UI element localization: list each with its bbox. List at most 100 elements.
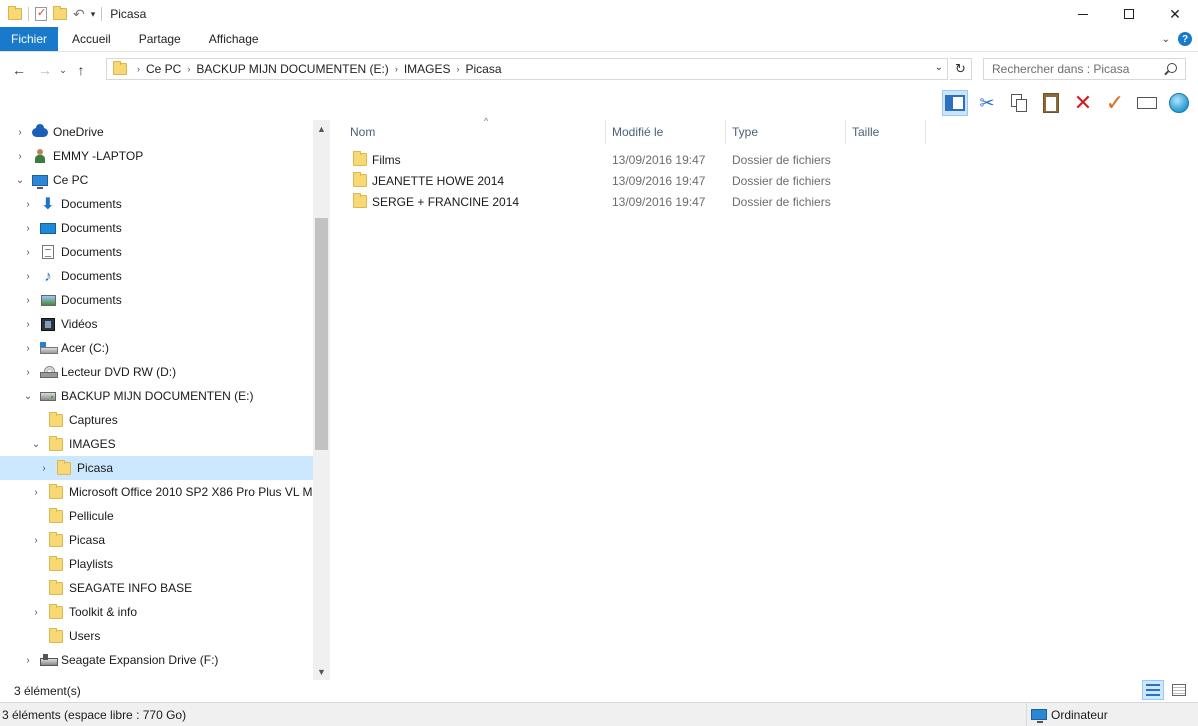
nav-item[interactable]: › Picasa: [0, 456, 313, 480]
rename-button[interactable]: [1134, 90, 1160, 116]
column-header-type[interactable]: Type: [726, 120, 846, 144]
chevron-right-icon[interactable]: ›: [22, 367, 34, 378]
globe-button[interactable]: [1166, 90, 1192, 116]
close-button[interactable]: ✕: [1152, 0, 1198, 28]
tab-view[interactable]: Affichage: [195, 27, 273, 51]
scroll-up-icon[interactable]: ▲: [313, 120, 330, 137]
back-button[interactable]: ←: [8, 58, 30, 82]
nav-item[interactable]: › ⬇ Documents: [0, 192, 313, 216]
column-header-name[interactable]: Nom ^: [344, 116, 606, 144]
column-header-modified[interactable]: Modifié le: [606, 120, 726, 144]
tab-share[interactable]: Partage: [125, 27, 195, 51]
scroll-down-icon[interactable]: ▼: [313, 663, 330, 680]
chevron-right-icon[interactable]: ›: [22, 295, 34, 306]
nav-item[interactable]: ⌄ Ce PC: [0, 168, 313, 192]
details-view-button[interactable]: [1142, 680, 1164, 700]
folder-icon: [48, 507, 64, 523]
computer-icon: [1031, 709, 1047, 723]
file-name: Films: [372, 152, 401, 167]
nav-item[interactable]: › EMMY -LAPTOP: [0, 144, 313, 168]
refresh-icon: ↻: [955, 61, 966, 76]
breadcrumb-picasa[interactable]: Picasa: [460, 62, 508, 76]
new-folder-icon[interactable]: [53, 6, 67, 20]
up-button[interactable]: ↑: [70, 58, 92, 82]
chevron-right-icon[interactable]: ›: [30, 535, 42, 546]
status-location: Ordinateur: [1027, 708, 1108, 723]
nav-item[interactable]: Users: [0, 624, 313, 648]
properties-icon[interactable]: [35, 6, 47, 21]
chevron-right-icon[interactable]: ›: [38, 463, 50, 474]
cut-button[interactable]: ✂: [974, 90, 1000, 116]
chevron-right-icon[interactable]: ›: [22, 223, 34, 234]
paste-icon: [1043, 93, 1059, 113]
chevron-right-icon[interactable]: ›: [14, 151, 26, 162]
refresh-button[interactable]: ↻: [950, 58, 972, 80]
address-bar[interactable]: › Ce PC › BACKUP MIJN DOCUMENTEN (E:) › …: [106, 58, 948, 80]
nav-item-label: Lecteur DVD RW (D:): [61, 365, 177, 379]
nav-item[interactable]: › Picasa: [0, 528, 313, 552]
chevron-down-icon[interactable]: ⌄: [22, 391, 34, 402]
nav-item[interactable]: › ♪ Documents: [0, 264, 313, 288]
undo-icon[interactable]: ↶: [73, 6, 85, 23]
chevron-down-icon[interactable]: ⌄: [30, 439, 42, 450]
breadcrumb-backup-drive[interactable]: BACKUP MIJN DOCUMENTEN (E:): [190, 62, 394, 76]
search-input[interactable]: [992, 62, 1162, 76]
chevron-right-icon[interactable]: ›: [22, 343, 34, 354]
help-icon[interactable]: ?: [1178, 32, 1192, 46]
breadcrumb-this-pc[interactable]: Ce PC: [140, 62, 187, 76]
nav-item[interactable]: › Toolkit & info: [0, 600, 313, 624]
scrollbar-thumb[interactable]: [315, 218, 328, 450]
chevron-right-icon[interactable]: ›: [14, 127, 26, 138]
delete-icon: ✕: [1073, 90, 1093, 115]
preview-pane-button[interactable]: [942, 90, 968, 116]
chevron-right-icon[interactable]: ›: [22, 319, 34, 330]
column-header-size[interactable]: Taille: [846, 120, 926, 144]
this-pc-icon: [32, 173, 48, 189]
nav-item[interactable]: › Seagate Expansion Drive (F:): [0, 648, 313, 672]
nav-item[interactable]: › Documents: [0, 288, 313, 312]
nav-item[interactable]: › Vidéos: [0, 312, 313, 336]
chevron-down-icon[interactable]: ⌄: [14, 175, 26, 186]
nav-item[interactable]: ⌄ IMAGES: [0, 432, 313, 456]
chevron-right-icon[interactable]: ›: [30, 487, 42, 498]
chevron-right-icon[interactable]: ›: [22, 247, 34, 258]
minimize-button[interactable]: [1060, 0, 1106, 28]
forward-button[interactable]: →: [34, 58, 56, 82]
nav-item[interactable]: › OneDrive: [0, 120, 313, 144]
nav-item[interactable]: Pellicule: [0, 504, 313, 528]
expand-ribbon-chevron-icon[interactable]: ⌄: [1162, 34, 1170, 45]
nav-item[interactable]: › Acer (C:): [0, 336, 313, 360]
back-arrow-icon: ←: [12, 62, 26, 78]
chevron-right-icon[interactable]: ›: [22, 271, 34, 282]
nav-item-label: Picasa: [77, 461, 114, 475]
nav-item[interactable]: › Documents: [0, 240, 313, 264]
chevron-right-icon[interactable]: ›: [22, 199, 34, 210]
nav-item[interactable]: › Lecteur DVD RW (D:): [0, 360, 313, 384]
paste-button[interactable]: [1038, 90, 1064, 116]
folder-icon[interactable]: [8, 6, 22, 20]
tiles-view-button[interactable]: [1168, 680, 1190, 700]
tab-home[interactable]: Accueil: [58, 27, 125, 51]
breadcrumb-images[interactable]: IMAGES: [398, 62, 457, 76]
chevron-right-icon[interactable]: ›: [22, 655, 34, 666]
maximize-button[interactable]: [1106, 0, 1152, 28]
folder-icon: [48, 627, 64, 643]
check-button[interactable]: ✓: [1102, 90, 1128, 116]
delete-button[interactable]: ✕: [1070, 90, 1096, 116]
copy-button[interactable]: [1006, 90, 1032, 116]
nav-item[interactable]: › Microsoft Office 2010 SP2 X86 Pro Plus …: [0, 480, 328, 504]
customize-chevron-icon[interactable]: ▾: [91, 9, 96, 20]
nav-item[interactable]: ⌄ BACKUP MIJN DOCUMENTEN (E:): [0, 384, 313, 408]
maximize-icon: [1124, 9, 1134, 19]
nav-item[interactable]: › Documents: [0, 216, 313, 240]
tab-file[interactable]: Fichier: [0, 27, 59, 51]
nav-item[interactable]: SEAGATE INFO BASE: [0, 576, 313, 600]
recent-locations-button[interactable]: ⌄: [56, 58, 70, 82]
search-box[interactable]: [983, 58, 1186, 80]
chevron-right-icon[interactable]: ›: [30, 607, 42, 618]
nav-item[interactable]: Playlists: [0, 552, 313, 576]
nav-item[interactable]: Captures: [0, 408, 313, 432]
navigation-scrollbar[interactable]: ▲ ▼: [313, 120, 330, 680]
search-icon[interactable]: [1167, 63, 1177, 73]
address-dropdown-icon[interactable]: ⌄: [935, 62, 943, 73]
